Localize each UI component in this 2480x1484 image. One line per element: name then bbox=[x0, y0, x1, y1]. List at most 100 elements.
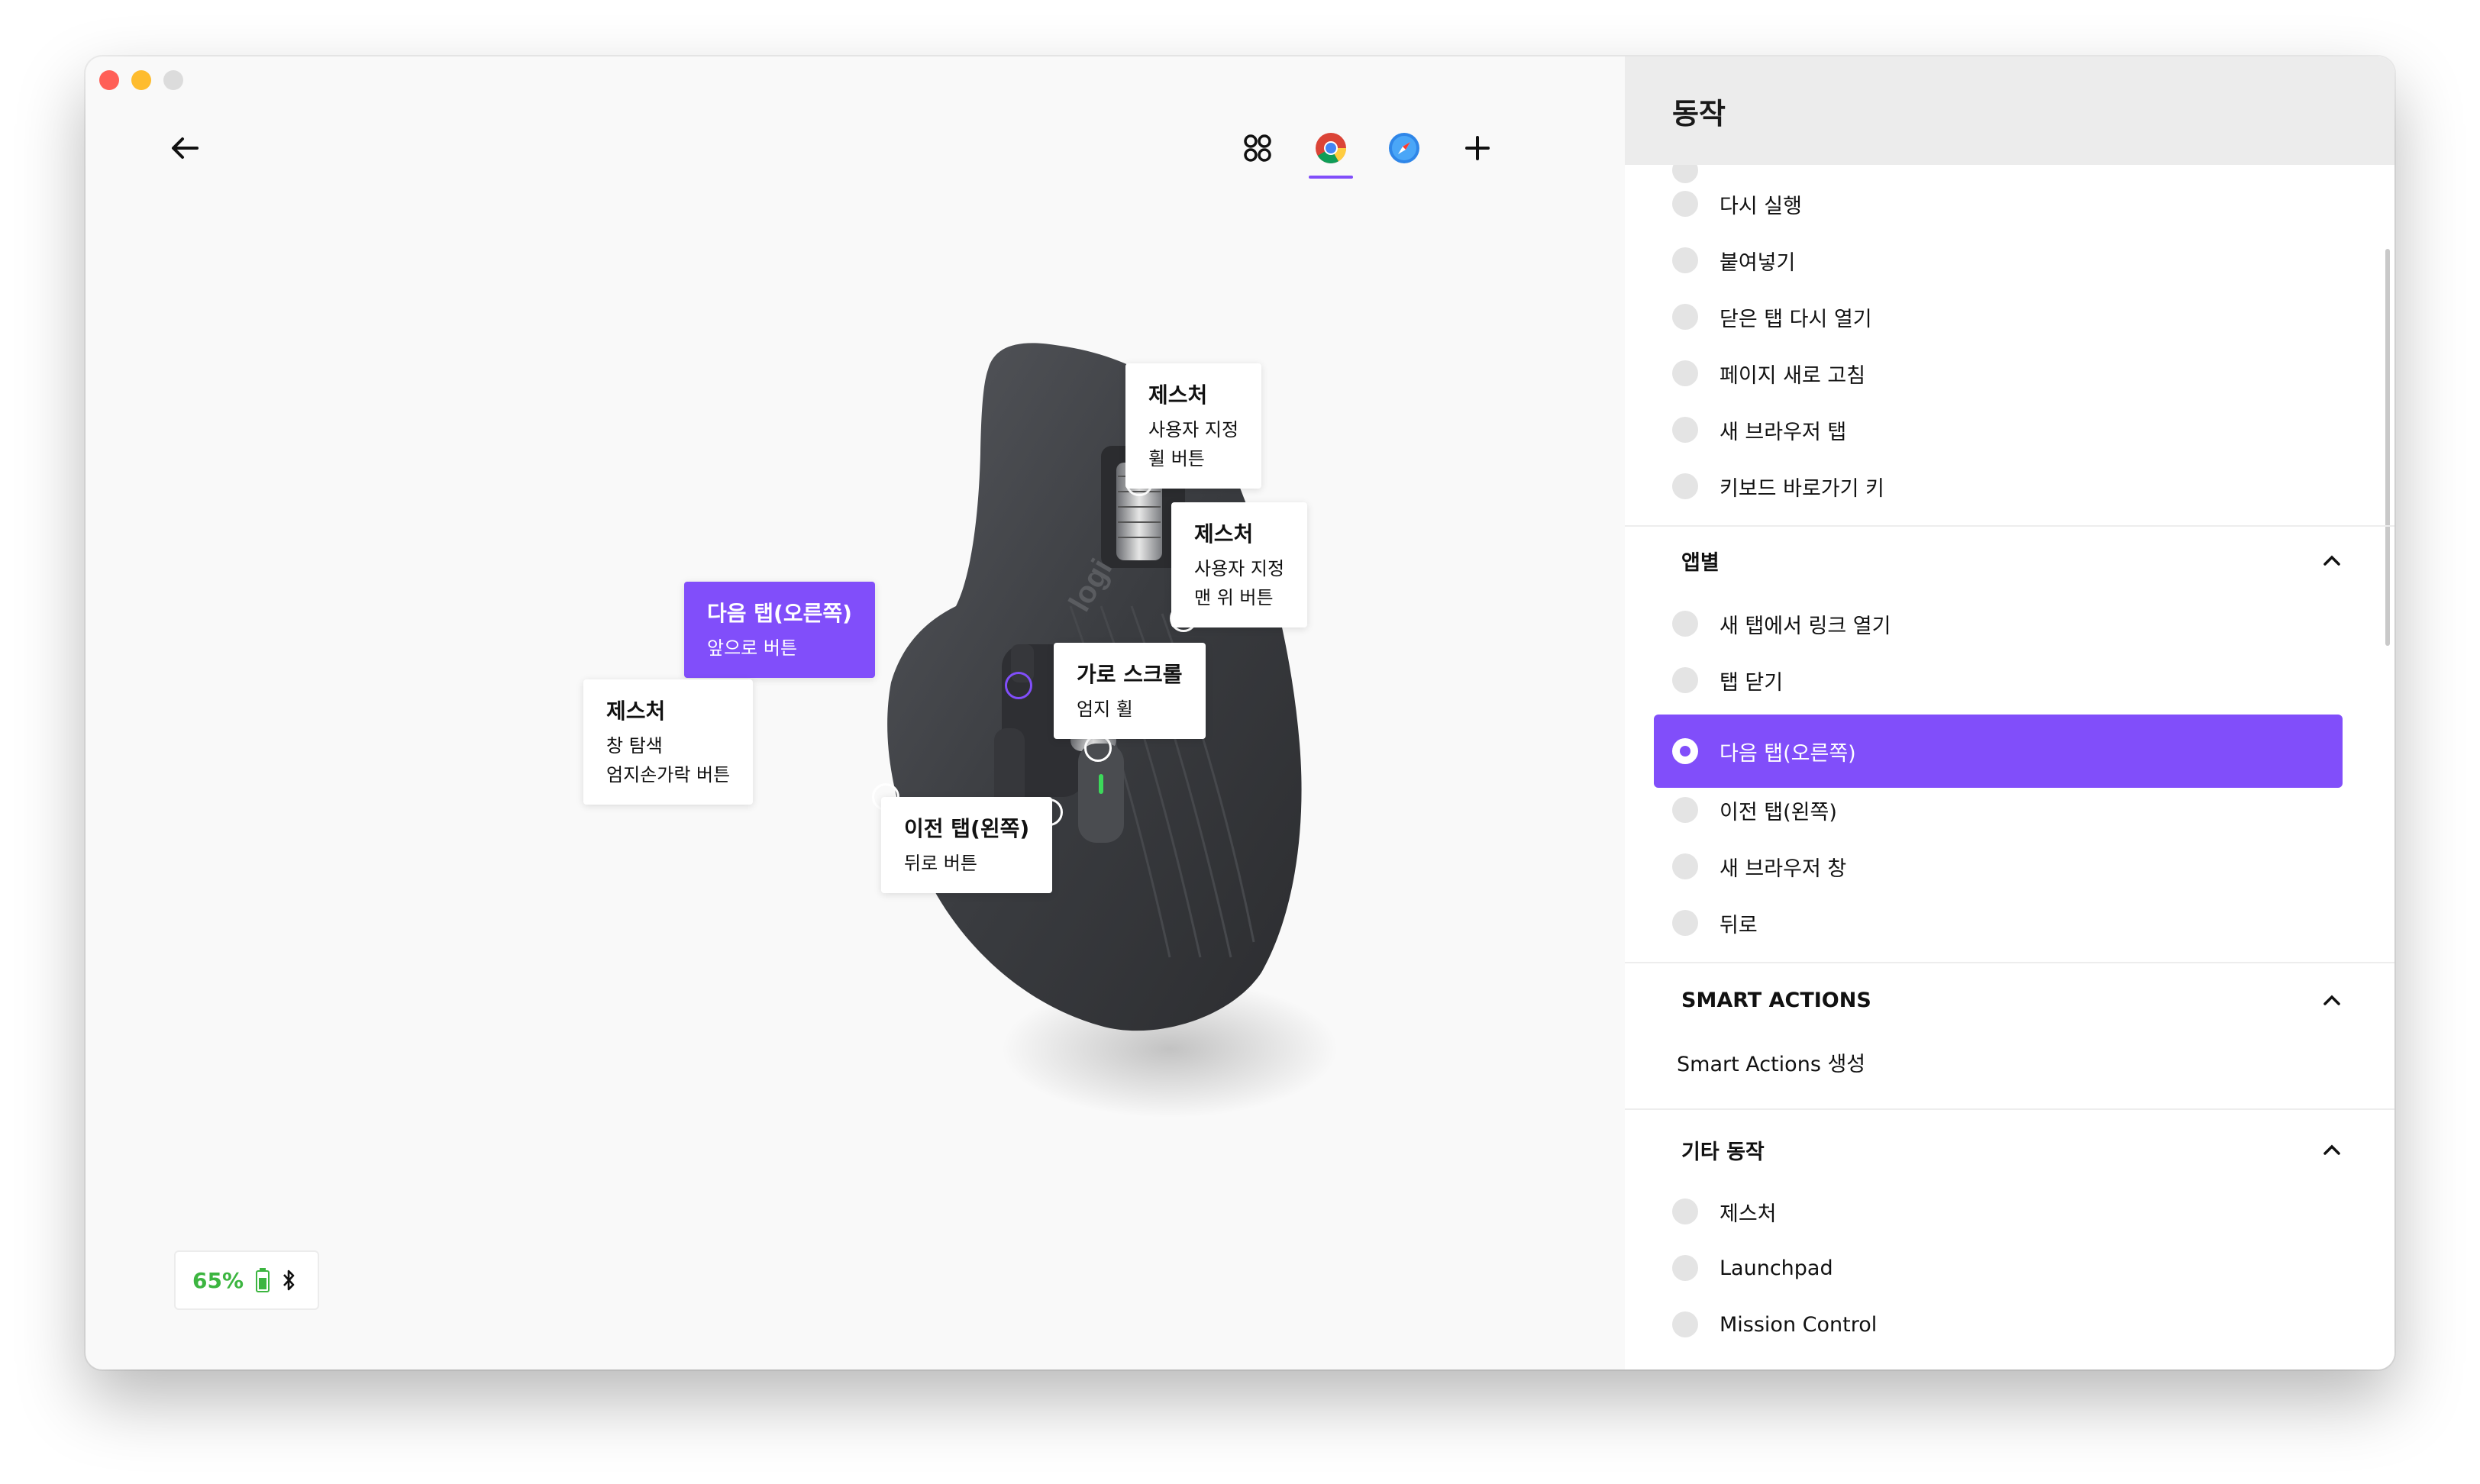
callout-title: 제스처 bbox=[1148, 382, 1208, 408]
action-option[interactable]: 새 탭에서 링크 열기 bbox=[1672, 603, 1891, 644]
option-label: Mission Control bbox=[1720, 1312, 1878, 1337]
option-label: 페이지 새로 고침 bbox=[1720, 363, 1866, 388]
callout-button-name: 앞으로 버튼 bbox=[707, 637, 798, 659]
option-label: 뒤로 bbox=[1720, 913, 1758, 937]
window-controls bbox=[99, 70, 183, 90]
callout-button-name: 엄지손가락 버튼 bbox=[606, 764, 731, 786]
action-option[interactable]: 새 브라우저 탭 bbox=[1672, 409, 1846, 450]
zoom-window-button[interactable] bbox=[163, 70, 183, 90]
radio-button[interactable] bbox=[1672, 797, 1698, 823]
radio-button[interactable] bbox=[1672, 247, 1698, 273]
callout-button-name: 휠 버튼 bbox=[1148, 448, 1205, 469]
option-label: Launchpad bbox=[1720, 1256, 1833, 1280]
option-label: 새 탭에서 링크 열기 bbox=[1720, 614, 1891, 638]
callout-title: 제스처 bbox=[1194, 521, 1254, 547]
callout-back-button[interactable]: 이전 탭(왼쪽) 뒤로 버튼 bbox=[881, 797, 1053, 893]
section-header-smart-actions[interactable]: SMART ACTIONS bbox=[1681, 977, 2341, 1023]
callout-subtitle: 사용자 지정 bbox=[1148, 419, 1239, 440]
callout-title: 다음 탭(오른쪽) bbox=[707, 601, 852, 626]
actions-panel: 동작 다시 실행 붙여넣기 닫은 탭 다시 열기 페이지 새로 고침 새 브라우… bbox=[1625, 56, 2394, 1369]
action-option[interactable]: 탭 닫기 bbox=[1672, 660, 1783, 701]
option-label: 새 브라우저 탭 bbox=[1720, 420, 1847, 444]
callout-button-name: 엄지 휠 bbox=[1077, 698, 1133, 720]
action-option[interactable]: 뒤로 bbox=[1672, 902, 1758, 944]
callout-button-name: 뒤로 버튼 bbox=[904, 853, 977, 874]
action-option[interactable]: Launchpad bbox=[1672, 1247, 1833, 1289]
option-label: 닫은 탭 다시 열기 bbox=[1720, 307, 1872, 331]
action-option[interactable]: 새 브라우저 창 bbox=[1672, 846, 1846, 887]
tab-add-app[interactable] bbox=[1451, 118, 1504, 179]
radio-button[interactable] bbox=[1672, 304, 1698, 330]
callout-thumb-wheel[interactable]: 가로 스크롤 엄지 휠 bbox=[1054, 643, 1206, 739]
arrow-left-icon bbox=[172, 137, 199, 159]
tab-safari[interactable] bbox=[1377, 118, 1431, 179]
callout-subtitle: 사용자 지정 bbox=[1194, 558, 1285, 579]
radio-button[interactable] bbox=[1672, 667, 1698, 693]
action-option[interactable]: 이전 탭(왼쪽) bbox=[1672, 789, 1837, 831]
safari-icon bbox=[1389, 133, 1419, 163]
section-title: 앱별 bbox=[1681, 550, 1720, 575]
close-window-button[interactable] bbox=[99, 70, 119, 90]
radio-button[interactable] bbox=[1672, 611, 1698, 637]
section-title: SMART ACTIONS bbox=[1681, 988, 1871, 1012]
panel-title: 동작 bbox=[1625, 56, 2394, 165]
action-option[interactable]: 키보드 바로가기 키 bbox=[1672, 466, 1884, 507]
radio-button[interactable] bbox=[1672, 473, 1698, 499]
action-option-selected[interactable]: 다음 탭(오른쪽) bbox=[1654, 715, 2343, 788]
battery-percent: 65% bbox=[192, 1267, 244, 1293]
radio-button[interactable] bbox=[1672, 165, 1698, 183]
option-label: 다음 탭(오른쪽) bbox=[1720, 741, 1856, 766]
radio-button[interactable] bbox=[1672, 910, 1698, 936]
divider bbox=[1625, 962, 2394, 963]
radio-button[interactable] bbox=[1672, 417, 1698, 443]
option-label: 새 브라우저 창 bbox=[1720, 857, 1847, 881]
radio-button[interactable] bbox=[1672, 1198, 1698, 1224]
tab-chrome[interactable] bbox=[1304, 118, 1358, 179]
battery-icon bbox=[256, 1268, 270, 1292]
callout-title: 이전 탭(왼쪽) bbox=[904, 816, 1030, 841]
callout-thumb-button[interactable]: 제스처 창 탐색 엄지손가락 버튼 bbox=[583, 679, 754, 805]
minimize-window-button[interactable] bbox=[131, 70, 151, 90]
callout-subtitle: 창 탐색 bbox=[606, 735, 663, 757]
chevron-up-icon[interactable] bbox=[2323, 554, 2341, 566]
action-option[interactable]: 페이지 새로 고침 bbox=[1672, 353, 1865, 394]
app-tab-bar bbox=[1231, 118, 1504, 179]
plus-icon bbox=[1465, 136, 1490, 160]
callout-top-button[interactable]: 제스처 사용자 지정 맨 위 버튼 bbox=[1171, 502, 1308, 627]
action-option[interactable]: 다시 실행 bbox=[1672, 183, 1802, 224]
radio-button[interactable] bbox=[1672, 1311, 1698, 1337]
option-label: 제스처 bbox=[1720, 1202, 1777, 1226]
section-header-other[interactable]: 기타 동작 bbox=[1681, 1127, 2341, 1173]
radio-button-selected[interactable] bbox=[1672, 738, 1698, 764]
radio-button[interactable] bbox=[1672, 1255, 1698, 1281]
back-button[interactable] bbox=[162, 125, 208, 171]
divider bbox=[1625, 525, 2394, 527]
section-header-app[interactable]: 앱별 bbox=[1681, 537, 2341, 583]
action-option[interactable]: 붙여넣기 bbox=[1672, 240, 1795, 281]
action-option[interactable]: 닫은 탭 다시 열기 bbox=[1672, 296, 1872, 337]
chrome-icon bbox=[1316, 133, 1346, 163]
callout-forward-button[interactable]: 다음 탭(오른쪽) 앞으로 버튼 bbox=[684, 582, 875, 678]
option-label: 키보드 바로가기 키 bbox=[1720, 476, 1884, 501]
divider bbox=[1625, 1108, 2394, 1110]
tab-all-apps[interactable] bbox=[1231, 118, 1284, 179]
hotspot-forward-button[interactable] bbox=[1005, 672, 1032, 699]
create-smart-action-link[interactable]: Smart Actions 생성 bbox=[1677, 1047, 1865, 1077]
chevron-up-icon[interactable] bbox=[2323, 1144, 2341, 1156]
callout-wheel-button[interactable]: 제스처 사용자 지정 휠 버튼 bbox=[1125, 363, 1262, 489]
callout-title: 가로 스크롤 bbox=[1077, 662, 1183, 687]
panel-scrollbar[interactable] bbox=[2385, 249, 2390, 646]
actions-list[interactable]: 다시 실행 붙여넣기 닫은 탭 다시 열기 페이지 새로 고침 새 브라우저 탭… bbox=[1625, 165, 2394, 1369]
action-option[interactable]: 제스처 bbox=[1672, 1191, 1777, 1232]
radio-button[interactable] bbox=[1672, 191, 1698, 217]
chevron-up-icon[interactable] bbox=[2323, 994, 2341, 1006]
radio-button[interactable] bbox=[1672, 853, 1698, 879]
app-window: logi 제스처 사용자 지정 휠 버튼 제스처 사용자 지정 맨 위 버튼 다… bbox=[86, 56, 2394, 1369]
radio-button[interactable] bbox=[1672, 360, 1698, 386]
section-title: 기타 동작 bbox=[1681, 1140, 1765, 1164]
option-label: 탭 닫기 bbox=[1720, 670, 1784, 695]
callout-button-name: 맨 위 버튼 bbox=[1194, 587, 1274, 608]
action-option[interactable]: Mission Control bbox=[1672, 1304, 1877, 1345]
option-label: 다시 실행 bbox=[1720, 194, 1802, 218]
callout-title: 제스처 bbox=[606, 698, 666, 724]
